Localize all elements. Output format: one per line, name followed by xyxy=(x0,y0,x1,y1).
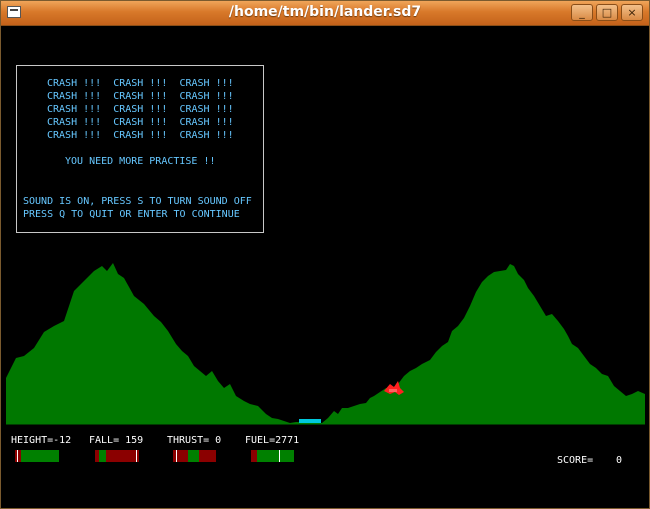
fuel-gauge xyxy=(251,450,294,462)
crash-line-5: CRASH !!! CRASH !!! CRASH !!! xyxy=(47,130,234,141)
practise-message: YOU NEED MORE PRACTISE !! xyxy=(65,156,216,167)
close-button[interactable]: × xyxy=(621,4,643,21)
fuel-readout: FUEL=2771 xyxy=(245,435,300,446)
app-window: /home/tm/bin/lander.sd7 _ □ × CRASH !!! … xyxy=(0,0,650,509)
window-title: /home/tm/bin/lander.sd7 xyxy=(228,4,422,20)
title-bar[interactable]: /home/tm/bin/lander.sd7 _ □ × xyxy=(1,1,649,26)
thrust-readout: THRUST= 0 xyxy=(167,435,222,446)
fall-gauge xyxy=(95,450,139,462)
crash-line-1: CRASH !!! CRASH !!! CRASH !!! xyxy=(47,78,234,89)
score-value: 0 xyxy=(616,455,623,466)
height-gauge xyxy=(15,450,59,462)
height-readout: HEIGHT=-12 xyxy=(11,435,72,446)
crash-line-4: CRASH !!! CRASH !!! CRASH !!! xyxy=(47,117,234,128)
quit-instruction: PRESS Q TO QUIT OR ENTER TO CONTINUE xyxy=(23,209,240,220)
fall-readout: FALL= 159 xyxy=(89,435,144,446)
game-canvas[interactable]: CRASH !!! CRASH !!! CRASH !!! CRASH !!! … xyxy=(6,26,645,504)
score-label: SCORE= xyxy=(557,455,594,466)
landing-pad xyxy=(299,419,321,423)
sound-instruction: SOUND IS ON, PRESS S TO TURN SOUND OFF xyxy=(23,196,252,207)
maximize-button[interactable]: □ xyxy=(596,4,618,21)
terrain-mountains xyxy=(6,263,645,424)
minimize-button[interactable]: _ xyxy=(571,4,593,21)
crash-line-2: CRASH !!! CRASH !!! CRASH !!! xyxy=(47,91,234,102)
thrust-gauge xyxy=(173,450,216,462)
crash-line-3: CRASH !!! CRASH !!! CRASH !!! xyxy=(47,104,234,115)
